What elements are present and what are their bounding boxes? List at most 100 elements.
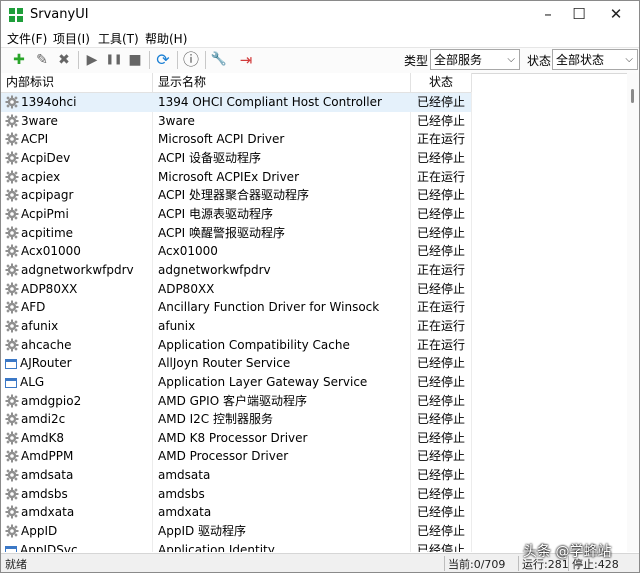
- service-status: 已经停止: [416, 542, 465, 552]
- service-id-cell: AppIDSvc: [5, 541, 151, 552]
- service-id: amdxata: [21, 505, 75, 520]
- chevron-down-icon: ⌵: [507, 54, 515, 65]
- column-header-name[interactable]: 显示名称: [153, 73, 411, 92]
- service-status: 正在运行: [416, 337, 465, 352]
- stop-icon[interactable]: ■: [126, 51, 144, 69]
- tools-icon[interactable]: 🔧: [210, 51, 228, 69]
- status-text: 就绪: [5, 558, 27, 571]
- table-row[interactable]: Acx01000 Acx01000 已经停止: [1, 242, 471, 261]
- info-icon[interactable]: ⓘ: [182, 51, 200, 69]
- exit-icon[interactable]: ⇥: [237, 51, 255, 69]
- menu-tools[interactable]: 工具(T): [98, 30, 139, 47]
- service-id-cell: 3ware: [5, 112, 151, 131]
- service-id-cell: AmdPPM: [5, 447, 151, 466]
- service-status: 已经停止: [416, 374, 465, 389]
- service-id-cell: amdsata: [5, 466, 151, 485]
- edit-icon[interactable]: ✎: [33, 51, 51, 69]
- table-row[interactable]: ALG Application Layer Gateway Service 已经停止: [1, 373, 471, 392]
- service-status: 已经停止: [416, 524, 465, 539]
- table-row[interactable]: AJRouter AllJoyn Router Service 已经停止: [1, 354, 471, 373]
- gear-icon: [5, 300, 19, 314]
- table-row[interactable]: amdi2c AMD I2C 控制器服务 已经停止: [1, 410, 471, 429]
- table-row[interactable]: ahcache Application Compatibility Cache 正在…: [1, 336, 471, 355]
- table-header: 内部标识 显示名称 状态: [1, 73, 472, 93]
- pause-icon[interactable]: ❚❚: [105, 51, 123, 69]
- watermark: 头条 @学蜂站: [523, 544, 612, 560]
- delete-icon[interactable]: ✖: [55, 51, 73, 69]
- table-row[interactable]: ACPI Microsoft ACPI Driver 正在运行: [1, 130, 471, 149]
- table-row[interactable]: AmdK8 AMD K8 Processor Driver 已经停止: [1, 429, 471, 448]
- menu-file[interactable]: 文件(F): [7, 30, 47, 47]
- table-row[interactable]: AppIDSvc Application Identity 已经停止: [1, 541, 471, 552]
- table-row[interactable]: amdgpio2 AMD GPIO 客户端驱动程序 已经停止: [1, 392, 471, 411]
- gear-icon: [5, 132, 19, 146]
- status-filter-select[interactable]: 全部状态 ⌵: [552, 49, 638, 70]
- table-row[interactable]: AcpiDev ACPI 设备驱动程序 已经停止: [1, 149, 471, 168]
- service-display-name: 1394 OHCI Compliant Host Controller: [158, 95, 382, 109]
- table-row[interactable]: 3ware 3ware 已经停止: [1, 112, 471, 131]
- status-filter-label: 状态: [527, 54, 552, 68]
- service-id: acpipagr: [21, 188, 74, 203]
- table-row[interactable]: AcpiPmi ACPI 电源表驱动程序 已经停止: [1, 205, 471, 224]
- gear-icon: [5, 338, 19, 352]
- gear-icon: [5, 188, 19, 202]
- menu-bar: 文件(F) 项目(I) 工具(T) 帮助(H): [1, 29, 639, 47]
- table-row[interactable]: adgnetworkwfpdrv adgnetworkwfpdrv 正在运行: [1, 261, 471, 280]
- window-icon: [5, 545, 17, 552]
- gear-icon: [5, 505, 19, 519]
- table-row[interactable]: acpiex Microsoft ACPIEx Driver 正在运行: [1, 168, 471, 187]
- service-display-name: ACPI 唤醒警报驱动程序: [158, 225, 285, 240]
- service-display-name: adgnetworkwfpdrv: [158, 262, 271, 277]
- vertical-scrollbar[interactable]: [627, 73, 639, 552]
- service-display-name: Application Layer Gateway Service: [158, 374, 368, 389]
- type-filter-select[interactable]: 全部服务 ⌵: [430, 49, 520, 70]
- service-id-cell: ACPI: [5, 130, 151, 149]
- column-header-id[interactable]: 内部标识: [1, 73, 153, 92]
- service-display-name: AMD K8 Processor Driver: [158, 430, 308, 445]
- title-bar[interactable]: SrvanyUI – ☐ ✕: [1, 1, 639, 29]
- gear-icon: [5, 263, 19, 277]
- gear-icon: [5, 170, 19, 184]
- table-row[interactable]: amdsbs amdsbs 已经停止: [1, 485, 471, 504]
- service-status: 已经停止: [416, 188, 465, 203]
- service-status: 已经停止: [416, 486, 465, 501]
- service-id-cell: acpiex: [5, 168, 151, 187]
- table-row[interactable]: amdsata amdsata 已经停止: [1, 466, 471, 485]
- gear-icon: [5, 151, 19, 165]
- table-row[interactable]: AFD Ancillary Function Driver for Winsock…: [1, 298, 471, 317]
- table-row[interactable]: acpipagr ACPI 处理器聚合器驱动程序 已经停止: [1, 186, 471, 205]
- column-header-status[interactable]: 状态: [411, 73, 472, 92]
- gear-icon: [5, 282, 19, 296]
- scrollbar-thumb[interactable]: [631, 89, 634, 103]
- menu-help[interactable]: 帮助(H): [145, 30, 187, 47]
- table-row[interactable]: AppID AppID 驱动程序 已经停止: [1, 522, 471, 541]
- table-row[interactable]: acpitime ACPI 唤醒警报驱动程序 已经停止: [1, 224, 471, 243]
- service-status: 已经停止: [416, 206, 465, 221]
- gear-icon: [5, 468, 19, 482]
- service-id-cell: amdxata: [5, 503, 151, 522]
- table-row[interactable]: afunix afunix 正在运行: [1, 317, 471, 336]
- table-row[interactable]: amdxata amdxata 已经停止: [1, 503, 471, 522]
- table-row[interactable]: 1394ohci 1394 OHCI Compliant Host Control…: [1, 93, 471, 112]
- service-id: acpitime: [21, 225, 74, 240]
- service-id: 3ware: [21, 113, 58, 128]
- service-id-cell: ALG: [5, 373, 151, 392]
- service-status: 已经停止: [416, 113, 465, 128]
- service-id-cell: AppID: [5, 522, 151, 541]
- service-id: ADP80XX: [21, 281, 78, 296]
- service-status: 已经停止: [416, 95, 465, 109]
- add-icon[interactable]: ✚: [10, 51, 28, 69]
- service-display-name: AMD I2C 控制器服务: [158, 412, 273, 427]
- close-button[interactable]: ✕: [593, 1, 639, 29]
- service-id-cell: AJRouter: [5, 354, 151, 373]
- service-display-name: ADP80XX: [158, 281, 215, 296]
- refresh-icon[interactable]: ⟳: [154, 51, 172, 69]
- service-id: ACPI: [21, 132, 49, 147]
- service-id: adgnetworkwfpdrv: [21, 262, 134, 277]
- table-row[interactable]: ADP80XX ADP80XX 已经停止: [1, 280, 471, 299]
- play-icon[interactable]: ▶: [83, 51, 101, 69]
- service-id: amdsbs: [21, 486, 68, 501]
- table-row[interactable]: AmdPPM AMD Processor Driver 已经停止: [1, 447, 471, 466]
- menu-project[interactable]: 项目(I): [53, 30, 90, 47]
- service-id-cell: amdgpio2: [5, 392, 151, 411]
